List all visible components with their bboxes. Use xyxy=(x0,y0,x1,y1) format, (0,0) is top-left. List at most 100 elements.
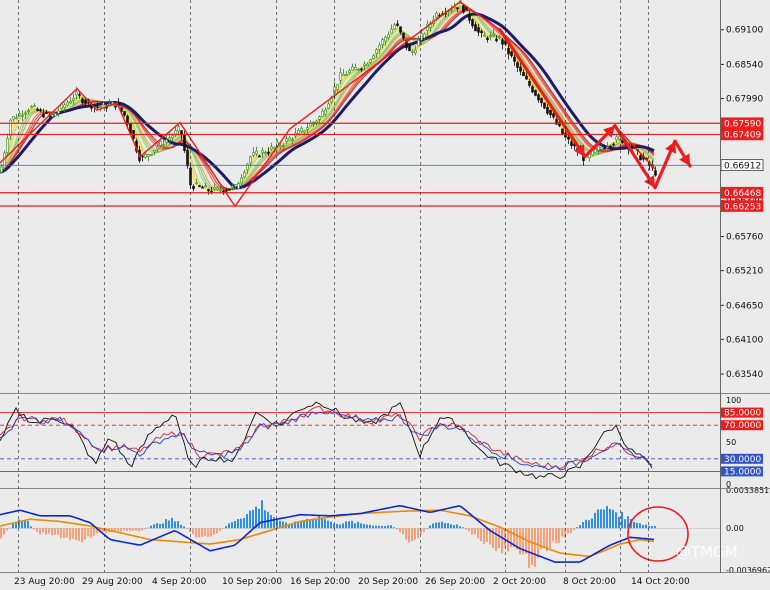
x-tick-label: 8 Oct 20:00 xyxy=(563,577,616,587)
candle-body xyxy=(324,109,327,115)
macd-histogram-bar xyxy=(330,521,332,529)
macd-histogram-bar xyxy=(594,512,596,529)
macd-histogram-bar xyxy=(243,518,245,529)
candle-body xyxy=(414,49,417,54)
trading-chart-window: 0.691000.685400.679900.674400.668900.663… xyxy=(0,0,770,590)
macd-histogram-bar xyxy=(150,525,152,529)
macd-histogram-bar xyxy=(486,528,488,542)
candle-body xyxy=(177,126,180,132)
macd-histogram-bar xyxy=(117,528,119,531)
macd-histogram-bar xyxy=(342,523,344,529)
macd-histogram-bar xyxy=(531,528,533,565)
candle-body xyxy=(114,105,117,108)
candle-body xyxy=(552,113,555,118)
candle-body xyxy=(336,84,339,90)
macd-histogram-bar xyxy=(624,519,626,529)
macd-histogram-bar xyxy=(471,528,473,535)
candle-body xyxy=(513,56,516,62)
macd-histogram-bar xyxy=(81,528,83,543)
macd-histogram-bar xyxy=(0,528,2,539)
macd-histogram-bar xyxy=(300,521,302,529)
candle-body xyxy=(567,136,570,140)
macd-histogram-bar xyxy=(552,528,554,542)
candle-body xyxy=(528,81,531,86)
macd-histogram-bar xyxy=(27,521,29,529)
candle-body xyxy=(204,185,207,188)
macd-histogram-bar xyxy=(411,528,413,542)
chart-canvas[interactable]: 0.691000.685400.679900.674400.668900.663… xyxy=(0,0,770,590)
candle-body xyxy=(282,144,285,147)
macd-histogram-bar xyxy=(51,528,53,536)
candle-body xyxy=(84,99,87,104)
candle-body xyxy=(192,185,195,190)
macd-histogram-bar xyxy=(591,518,593,529)
macd-histogram-bar xyxy=(141,528,143,531)
y-tick-label: 0.64100 xyxy=(726,335,763,345)
macd-histogram-bar xyxy=(222,528,224,529)
candle-body xyxy=(474,24,477,32)
macd-histogram-bar xyxy=(315,519,317,529)
candle-body xyxy=(21,115,24,117)
candle-body xyxy=(357,68,360,71)
macd-histogram-bar xyxy=(387,525,389,529)
macd-histogram-bar xyxy=(651,526,653,529)
candle-body xyxy=(81,98,84,103)
price-tag-label: 0.67409 xyxy=(724,131,761,141)
candle-body xyxy=(51,114,54,117)
macd-histogram-bar xyxy=(204,528,206,537)
candle-body xyxy=(162,144,165,147)
macd-histogram-bar xyxy=(132,528,134,531)
macd-histogram-bar xyxy=(63,528,65,538)
candle-body xyxy=(516,62,519,68)
macd-histogram-bar xyxy=(612,509,614,529)
candle-body xyxy=(408,45,411,52)
x-tick-label: 4 Sep 20:00 xyxy=(152,577,207,587)
macd-histogram-bar xyxy=(480,528,482,542)
candle-body xyxy=(342,73,345,77)
macd-histogram-bar xyxy=(171,517,173,529)
macd-histogram-bar xyxy=(78,528,80,541)
candle-body xyxy=(6,138,9,153)
macd-histogram-bar xyxy=(384,526,386,529)
candle-body xyxy=(549,109,552,116)
macd-histogram-bar xyxy=(648,525,650,529)
macd-histogram-bar xyxy=(45,528,47,535)
macd-histogram-bar xyxy=(606,505,608,529)
candle-body xyxy=(273,146,276,149)
macd-histogram-bar xyxy=(621,511,623,529)
candle-body xyxy=(471,19,474,27)
candle-body xyxy=(303,130,306,133)
y-tick-label: 0.64650 xyxy=(726,301,763,311)
macd-histogram-bar xyxy=(15,523,17,529)
candle-body xyxy=(597,146,600,151)
macd-histogram-bar xyxy=(363,524,365,529)
macd-histogram-bar xyxy=(528,528,530,569)
macd-histogram-bar xyxy=(441,521,443,529)
candle-body xyxy=(267,152,270,154)
candle-body xyxy=(339,72,342,81)
macd-histogram-bar xyxy=(6,528,8,531)
candle-body xyxy=(543,102,546,109)
macd-histogram-bar xyxy=(192,528,194,535)
candle-body xyxy=(375,49,378,54)
price-tag-label: 0.66253 xyxy=(724,202,761,212)
candle-body xyxy=(297,130,300,134)
macd-histogram-bar xyxy=(450,524,452,529)
price-tag-label: 0.67590 xyxy=(724,120,761,130)
macd-histogram-bar xyxy=(579,525,581,529)
candle-body xyxy=(612,143,615,146)
candle-body xyxy=(606,146,609,149)
macd-histogram-bar xyxy=(219,528,221,532)
candle-body xyxy=(534,90,537,96)
macd-histogram-bar xyxy=(174,521,176,529)
candle-body xyxy=(144,153,147,158)
candle-body xyxy=(381,39,384,45)
macd-histogram-bar xyxy=(348,521,350,529)
macd-histogram-bar xyxy=(201,528,203,537)
macd-histogram-bar xyxy=(495,528,497,551)
candle-body xyxy=(354,67,357,70)
candle-body xyxy=(468,14,471,21)
macd-histogram-bar xyxy=(162,523,164,529)
macd-histogram-bar xyxy=(438,522,440,529)
candle-body xyxy=(486,37,489,41)
